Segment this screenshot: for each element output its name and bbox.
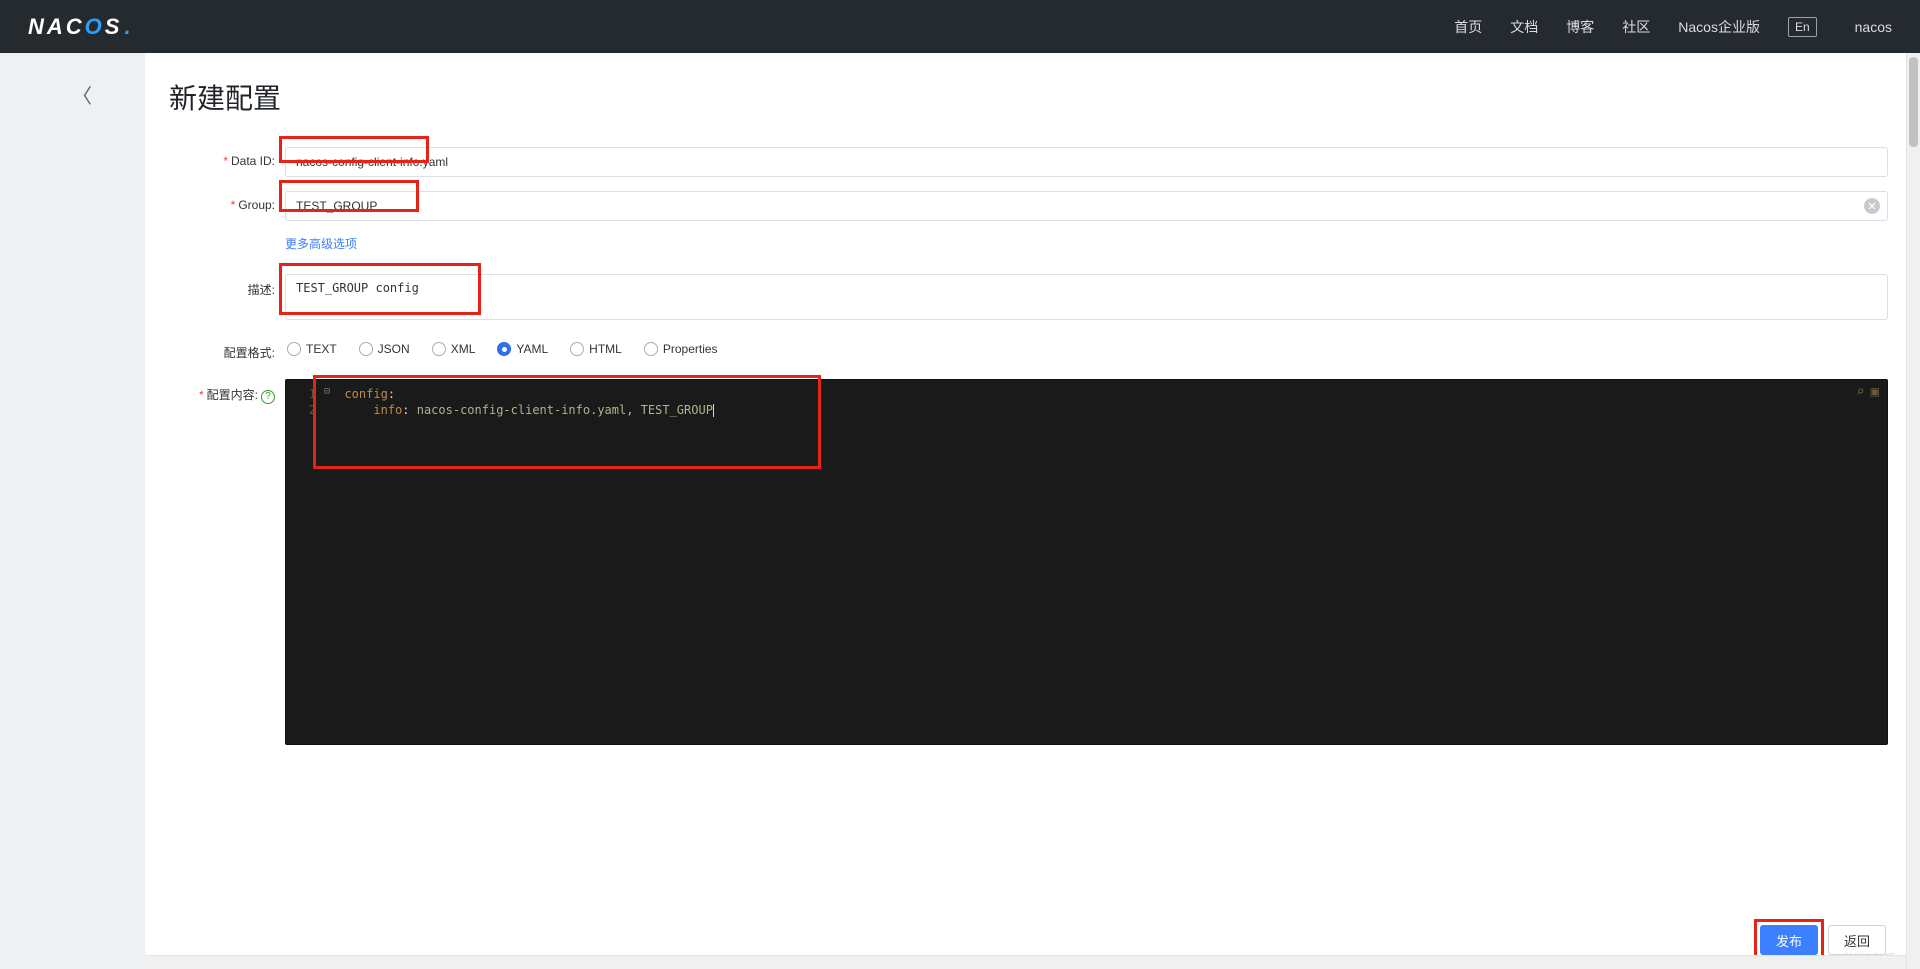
nav-community[interactable]: 社区 (1622, 17, 1650, 37)
publish-button[interactable]: 发布 (1760, 925, 1818, 955)
back-button[interactable]: 返回 (1828, 925, 1886, 955)
vertical-scroll-thumb[interactable] (1909, 57, 1918, 147)
radio-html[interactable]: HTML (570, 342, 622, 356)
page-shell: 〈 新建配置 *Data ID: *Group: ✕ 更多高级选项 描述: (0, 53, 1920, 969)
user-name[interactable]: nacos (1855, 19, 1892, 35)
label-content: *配置内容:? (169, 379, 275, 404)
label-data-id: *Data ID: (169, 147, 275, 168)
editor-search-icon[interactable]: ⌕ (1856, 384, 1864, 400)
data-id-input[interactable] (285, 147, 1888, 177)
editor-toolbar: ⌕ ▣ (1856, 384, 1879, 400)
code-editor[interactable]: 12 ⊟ config: info: nacos-config-client-i… (285, 379, 1888, 745)
label-desc: 描述: (169, 274, 275, 298)
row-content: *配置内容:? 12 ⊟ config: info: nacos-config-… (169, 379, 1888, 745)
horizontal-scrollbar[interactable] (145, 955, 1906, 969)
nav-docs[interactable]: 文档 (1510, 17, 1538, 37)
radio-properties[interactable]: Properties (644, 342, 718, 356)
code-body[interactable]: config: info: nacos-config-client-info.y… (322, 380, 1887, 424)
nav-enterprise[interactable]: Nacos企业版 (1678, 17, 1760, 37)
radio-yaml[interactable]: YAML (497, 342, 548, 356)
main-panel: 新建配置 *Data ID: *Group: ✕ 更多高级选项 描述: TEST… (145, 53, 1906, 969)
row-desc: 描述: TEST_GROUP config (169, 274, 1888, 323)
advanced-options-link[interactable]: 更多高级选项 (285, 235, 357, 252)
left-gutter: 〈 (0, 53, 145, 969)
lang-switch[interactable]: En (1788, 17, 1817, 37)
back-chevron-icon[interactable]: 〈 (72, 80, 92, 109)
nav-home[interactable]: 首页 (1454, 17, 1482, 37)
row-data-id: *Data ID: (169, 147, 1888, 177)
page-title: 新建配置 (169, 77, 1888, 117)
help-icon[interactable]: ? (261, 390, 275, 404)
row-format: 配置格式: TEXT JSON XML YAML HTML Properties (169, 337, 1888, 361)
app-header: NACOS. 首页 文档 博客 社区 Nacos企业版 En nacos (0, 0, 1920, 53)
editor-gutter: 12 (286, 380, 322, 744)
text-cursor (713, 404, 714, 417)
desc-input[interactable]: TEST_GROUP config (285, 274, 1888, 320)
group-input[interactable] (285, 191, 1888, 221)
format-radio-group: TEXT JSON XML YAML HTML Properties (287, 337, 1888, 356)
radio-text[interactable]: TEXT (287, 342, 337, 356)
label-format: 配置格式: (169, 337, 275, 361)
footer-actions: 发布 返回 (1760, 925, 1886, 955)
radio-json[interactable]: JSON (359, 342, 410, 356)
top-nav: 首页 文档 博客 社区 Nacos企业版 En nacos (1454, 17, 1892, 37)
group-clear-icon[interactable]: ✕ (1864, 198, 1880, 214)
editor-screen-icon[interactable]: ▣ (1871, 384, 1879, 400)
label-group: *Group: (169, 191, 275, 212)
vertical-scrollbar[interactable] (1906, 53, 1920, 969)
logo: NACOS. (28, 14, 134, 40)
row-group: *Group: ✕ (169, 191, 1888, 221)
nav-blog[interactable]: 博客 (1566, 17, 1594, 37)
radio-xml[interactable]: XML (432, 342, 476, 356)
